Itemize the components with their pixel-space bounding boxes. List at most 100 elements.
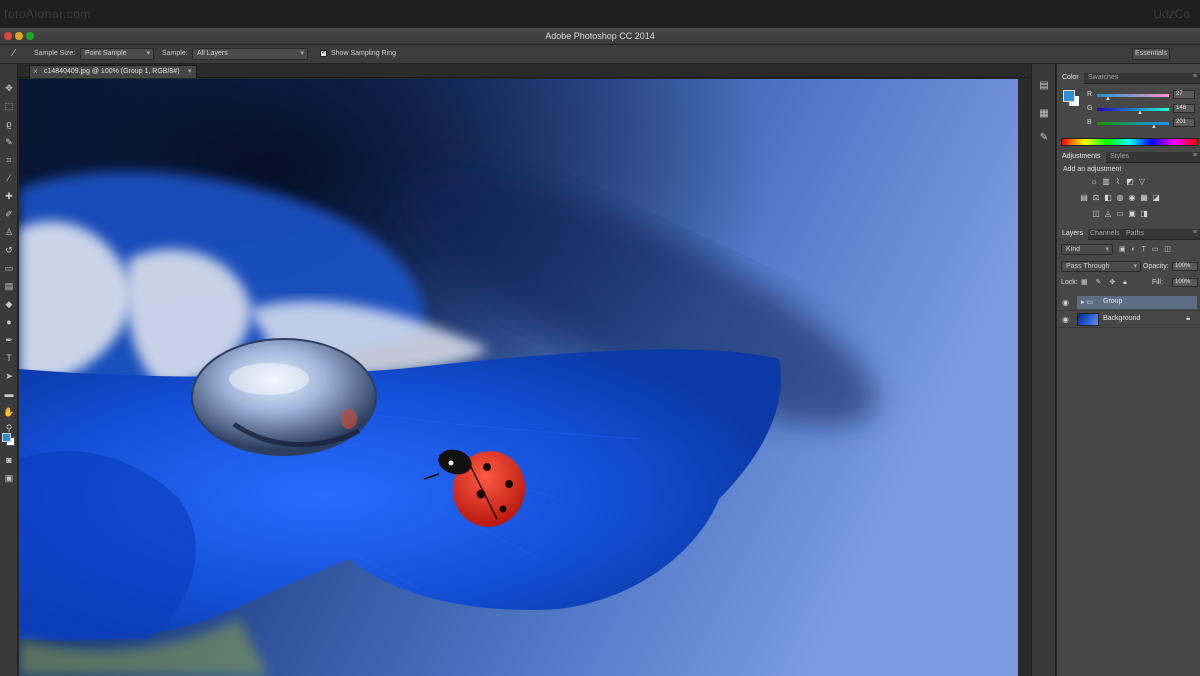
move-tool-icon[interactable]: ✥ xyxy=(3,82,15,94)
black-white-icon[interactable]: ◧ xyxy=(1103,193,1113,203)
document-tab[interactable]: × c14840409.jpg @ 100% (Group 1, RGB/8#)… xyxy=(29,65,197,78)
visibility-eye-icon[interactable]: ◉ xyxy=(1062,315,1069,324)
tab-paths[interactable]: Paths xyxy=(1121,229,1149,240)
tab-adjustments[interactable]: Adjustments xyxy=(1057,152,1106,163)
green-knob[interactable]: ▲ xyxy=(1137,110,1143,116)
tab-swatches[interactable]: Swatches xyxy=(1083,73,1123,84)
color-spectrum-ramp[interactable] xyxy=(1061,138,1198,146)
curves-icon[interactable]: ⌇ xyxy=(1113,177,1123,187)
blue-label: B xyxy=(1087,119,1092,126)
history-brush-tool-icon[interactable]: ↺ xyxy=(3,244,15,256)
marquee-tool-icon[interactable]: ⬚ xyxy=(3,100,15,112)
tab-styles[interactable]: Styles xyxy=(1105,152,1134,163)
document-canvas[interactable] xyxy=(19,79,1018,676)
invert-icon[interactable]: ◪ xyxy=(1151,193,1161,203)
lock-icons[interactable]: ▦ ✎ ✥ 🔒︎ xyxy=(1081,278,1130,287)
tab-color[interactable]: Color xyxy=(1057,73,1084,84)
gradient-tool-icon[interactable]: ▤ xyxy=(3,280,15,292)
layer-selected-highlight xyxy=(1077,296,1197,309)
crop-tool-icon[interactable]: ⌗ xyxy=(3,154,15,166)
shadows-icon[interactable]: ◨ xyxy=(1139,209,1149,219)
dodge-tool-icon[interactable]: ● xyxy=(3,316,15,328)
eraser-tool-icon[interactable]: ▭ xyxy=(3,262,15,274)
exposure-icon[interactable]: ◩ xyxy=(1125,177,1135,187)
color-balance-icon[interactable]: ⚖ xyxy=(1091,193,1101,203)
levels-icon[interactable]: ▥ xyxy=(1101,177,1111,187)
red-slider[interactable]: R ▲ 27 xyxy=(1087,90,1197,102)
tab-layers[interactable]: Layers xyxy=(1057,229,1089,240)
path-select-tool-icon[interactable]: ➤ xyxy=(3,370,15,382)
properties-panel-icon[interactable]: ▦ xyxy=(1038,108,1050,120)
close-document-icon[interactable]: × xyxy=(33,67,38,76)
app-title: Adobe Photoshop CC 2014 xyxy=(545,31,655,41)
blue-slider[interactable]: B ▲ 201 xyxy=(1087,118,1197,130)
quick-select-tool-icon[interactable]: ✎ xyxy=(3,136,15,148)
channel-mixer-icon[interactable]: ◉ xyxy=(1127,193,1137,203)
brightness-icon[interactable]: ☼ xyxy=(1089,177,1099,187)
threshold-icon[interactable]: ◬ xyxy=(1103,209,1113,219)
posterize-icon[interactable]: ◫ xyxy=(1091,209,1101,219)
canvas-scrollbar[interactable] xyxy=(1018,79,1030,676)
selective-color-icon[interactable]: ▣ xyxy=(1127,209,1137,219)
brush-panel-icon[interactable]: ✎ xyxy=(1038,132,1050,144)
hue-saturation-icon[interactable]: ▤ xyxy=(1079,193,1089,203)
gradient-map-icon[interactable]: ▭ xyxy=(1115,209,1125,219)
blue-track[interactable] xyxy=(1097,122,1169,125)
red-value[interactable]: 27 xyxy=(1173,90,1195,99)
healing-brush-tool-icon[interactable]: ✚ xyxy=(3,190,15,202)
workspace-switcher[interactable]: Essentials xyxy=(1132,48,1170,60)
title-bar: Adobe Photoshop CC 2014 xyxy=(0,28,1200,45)
quick-mask-icon[interactable]: ◙ xyxy=(3,454,15,466)
color-panel-foreground-swatch[interactable] xyxy=(1063,90,1075,102)
adjustments-heading: Add an adjustment xyxy=(1063,166,1122,173)
blend-mode-select[interactable]: Pass Through xyxy=(1061,261,1141,272)
color-lookup-icon[interactable]: ▦ xyxy=(1139,193,1149,203)
red-knob[interactable]: ▲ xyxy=(1105,96,1111,102)
layer-row-background[interactable]: ◉ Background 🔒︎ xyxy=(1057,311,1200,328)
lock-icon: 🔒︎ xyxy=(1186,315,1190,322)
top-strip: fotoAlonar.com UdzCo xyxy=(0,0,1200,28)
chevron-down-icon: ▾ xyxy=(188,68,192,75)
layer-thumbnail xyxy=(1077,313,1099,326)
lasso-tool-icon[interactable]: ϱ xyxy=(3,118,15,130)
canvas-photo xyxy=(19,79,1018,676)
green-slider[interactable]: G ▲ 148 xyxy=(1087,104,1197,116)
color-panel-tabs: Color Swatches ≡ xyxy=(1057,73,1200,84)
panel-menu-icon[interactable]: ≡ xyxy=(1193,229,1197,236)
vibrance-icon[interactable]: ▽ xyxy=(1137,177,1147,187)
foreground-color-swatch[interactable] xyxy=(2,433,11,442)
show-sampling-ring-label: Show Sampling Ring xyxy=(331,50,396,57)
layer-name-background[interactable]: Background xyxy=(1103,315,1140,322)
history-panel-icon[interactable]: ▤ xyxy=(1038,80,1050,92)
sample-select[interactable]: All Layers xyxy=(192,48,308,60)
eyedropper-tool-icon[interactable]: ⁄ xyxy=(3,172,15,184)
shape-tool-icon[interactable]: ▬ xyxy=(3,388,15,400)
visibility-eye-icon[interactable]: ◉ xyxy=(1062,298,1069,307)
layer-filter-icons[interactable]: ▣ ◐ T ▭ ◫ xyxy=(1119,245,1173,253)
screen-mode-icon[interactable]: ▣ xyxy=(3,472,15,484)
sample-size-select[interactable]: Point Sample xyxy=(80,48,154,60)
blur-tool-icon[interactable]: ◆ xyxy=(3,298,15,310)
tab-channels[interactable]: Channels xyxy=(1085,229,1125,240)
layer-name-group[interactable]: Group xyxy=(1103,298,1122,305)
layer-row-group[interactable]: ◉ ▸ ▭ Group xyxy=(1057,294,1200,311)
clone-stamp-tool-icon[interactable]: ♙ xyxy=(3,226,15,238)
layers-panel-tabs: Layers Channels Paths ≡ xyxy=(1057,229,1200,240)
eyedropper-icon[interactable]: ⁄ xyxy=(8,48,20,60)
brush-tool-icon[interactable]: ✐ xyxy=(3,208,15,220)
layer-filter-select[interactable]: Kind xyxy=(1061,244,1113,255)
type-tool-icon[interactable]: T xyxy=(3,352,15,364)
blue-value[interactable]: 201 xyxy=(1173,118,1195,127)
photo-filter-icon[interactable]: ◍ xyxy=(1115,193,1125,203)
green-track[interactable] xyxy=(1097,108,1169,111)
pen-tool-icon[interactable]: ✒ xyxy=(3,334,15,346)
show-sampling-ring-checkbox[interactable] xyxy=(320,48,327,57)
panel-menu-icon[interactable]: ≡ xyxy=(1193,73,1197,80)
panel-menu-icon[interactable]: ≡ xyxy=(1193,152,1197,159)
green-value[interactable]: 148 xyxy=(1173,104,1195,113)
folder-icon: ▸ ▭ xyxy=(1081,299,1094,306)
blue-knob[interactable]: ▲ xyxy=(1151,124,1157,130)
fill-input[interactable]: 100% xyxy=(1172,278,1198,287)
hand-tool-icon[interactable]: ✋ xyxy=(3,406,15,418)
opacity-input[interactable]: 100% xyxy=(1172,262,1198,271)
